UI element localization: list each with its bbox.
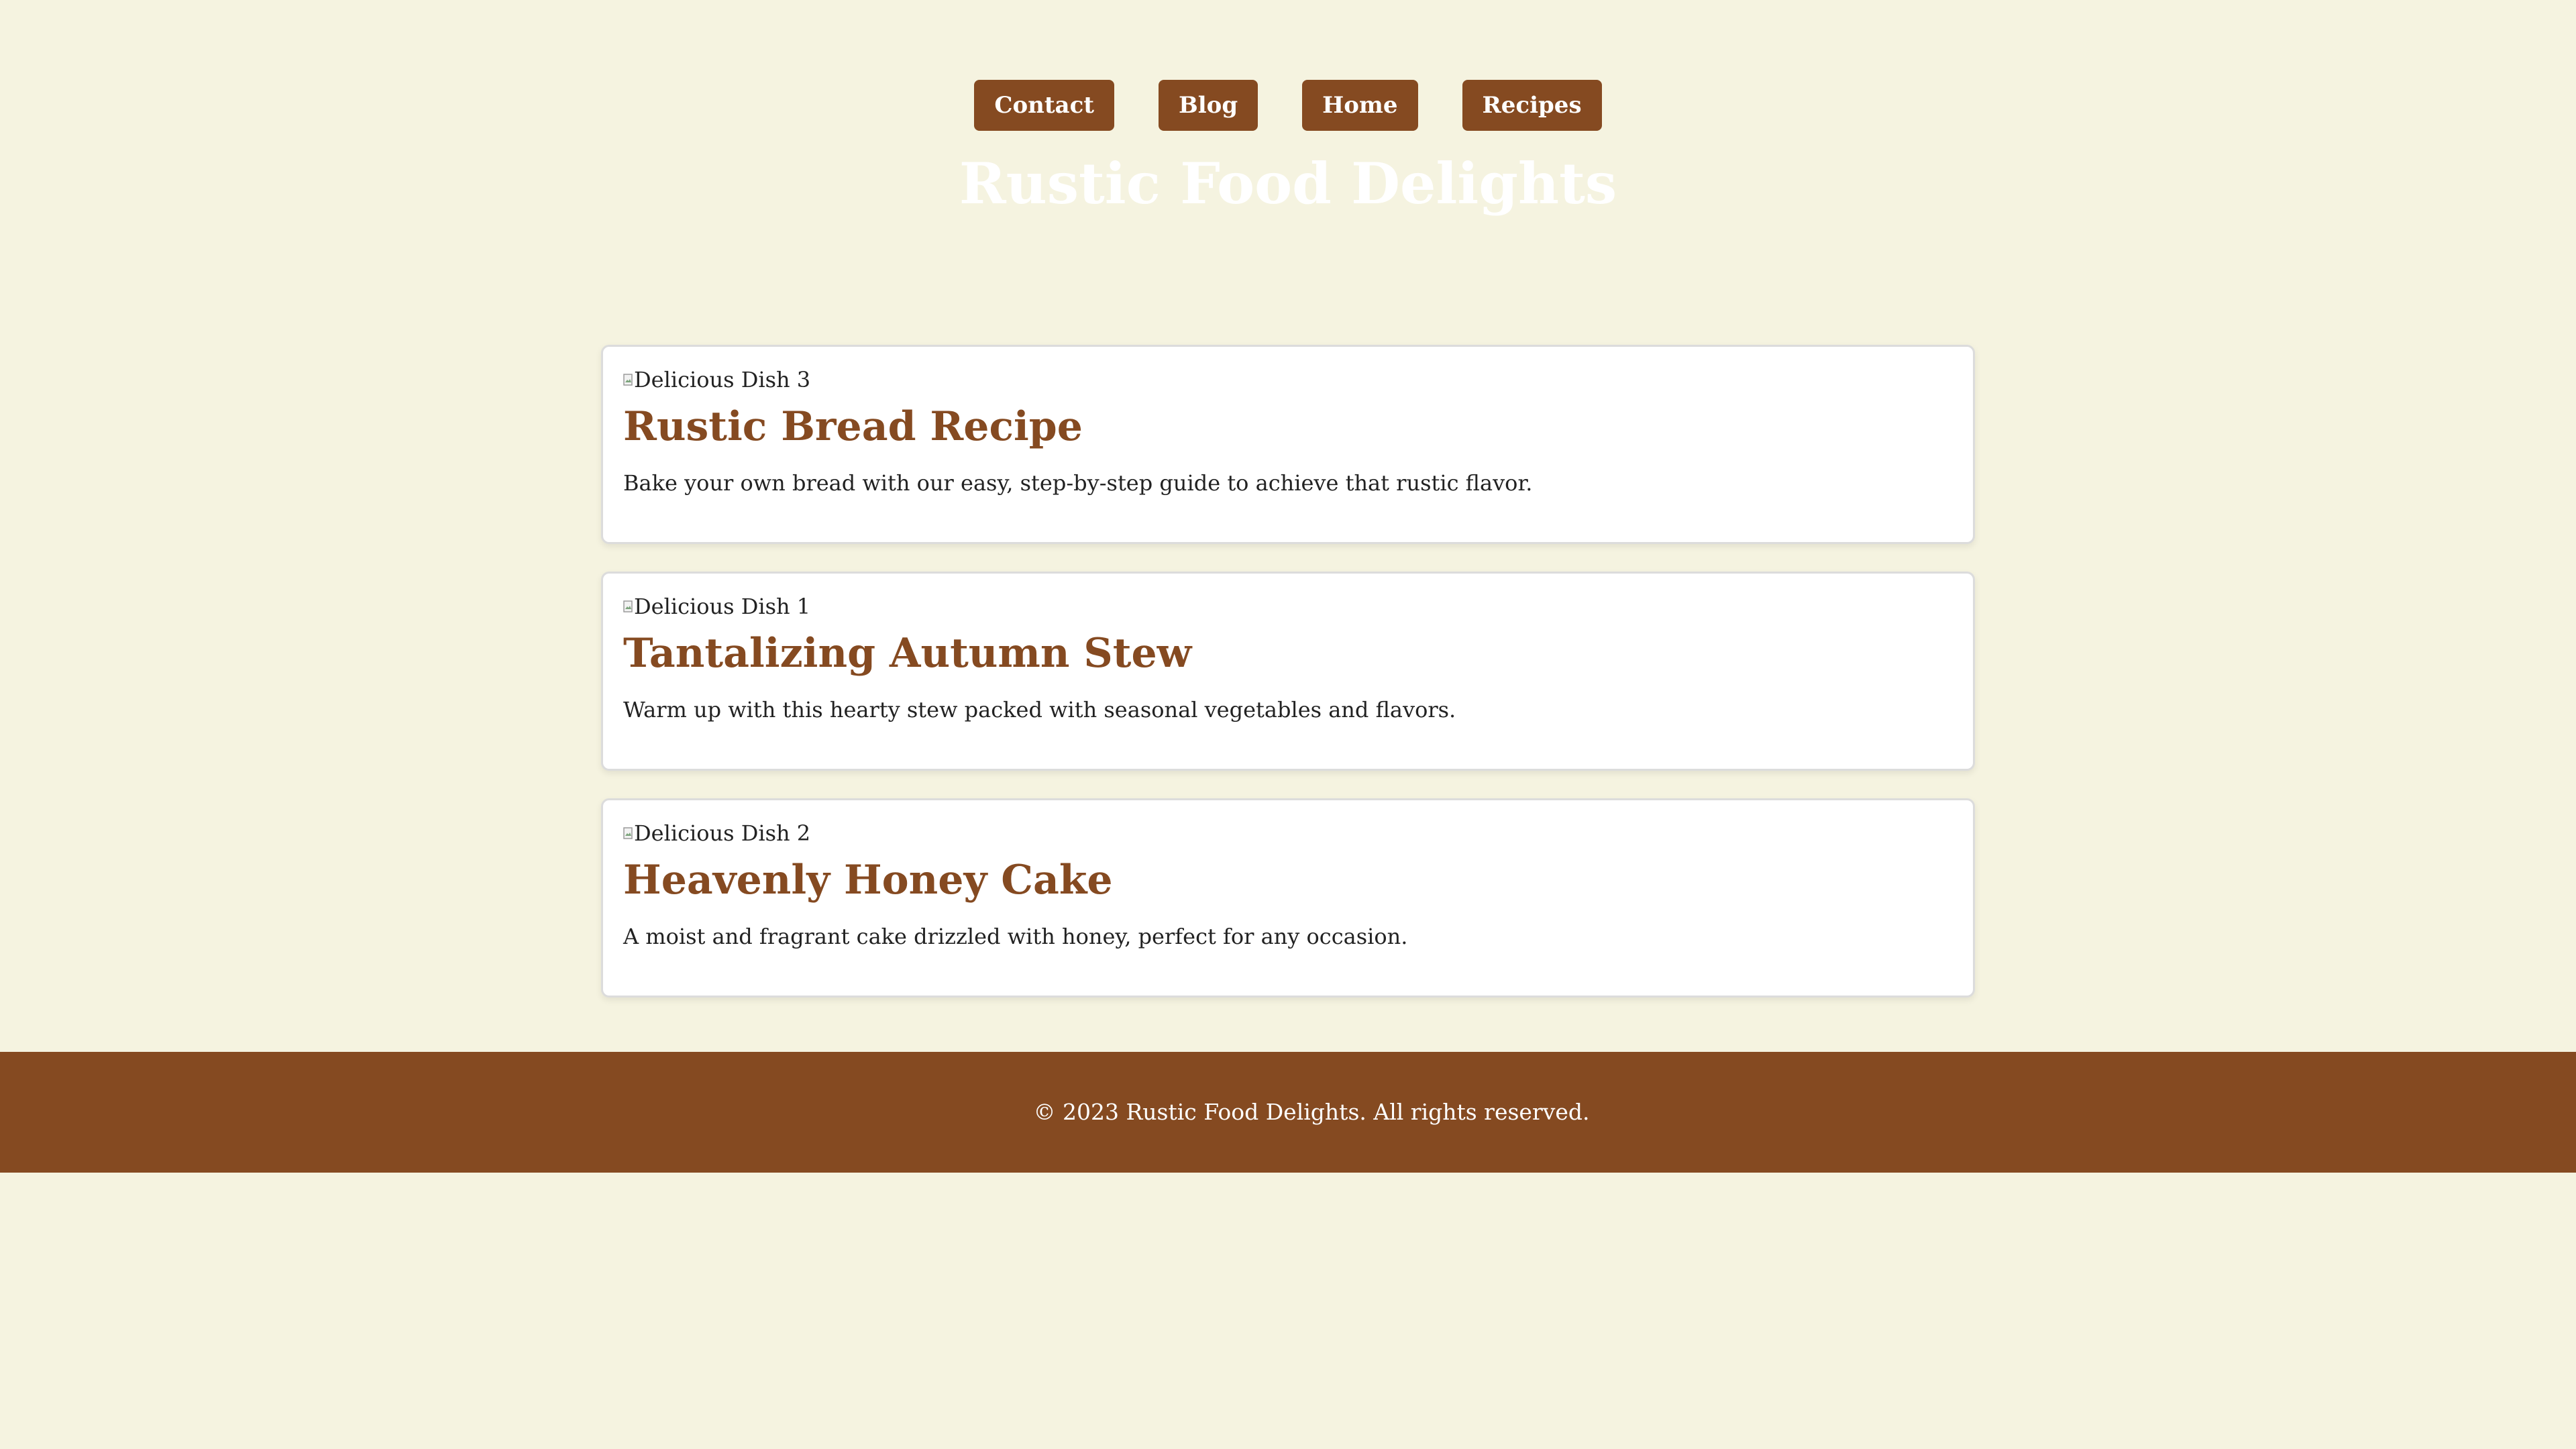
site-title: Rustic Food Delights xyxy=(959,150,1617,217)
recipe-description: A moist and fragrant cake drizzled with … xyxy=(623,924,1408,949)
recipe-image: Delicious Dish 3 xyxy=(623,366,1953,394)
recipe-image-alt: Delicious Dish 3 xyxy=(634,367,811,392)
broken-image-icon xyxy=(623,827,633,839)
recipe-title: Tantalizing Autumn Stew xyxy=(623,630,1192,677)
recipe-list: Delicious Dish 3 Rustic Bread Recipe Bak… xyxy=(601,345,1975,1025)
recipe-description: Bake your own bread with our easy, step-… xyxy=(623,470,1533,496)
recipe-image-alt: Delicious Dish 1 xyxy=(634,594,811,619)
recipe-image: Delicious Dish 1 xyxy=(623,592,1953,621)
recipe-image-alt: Delicious Dish 2 xyxy=(634,820,811,846)
nav-home-button[interactable]: Home xyxy=(1302,80,1418,131)
recipe-title: Rustic Bread Recipe xyxy=(623,403,1083,450)
nav-recipes-button[interactable]: Recipes xyxy=(1462,80,1602,131)
recipe-title: Heavenly Honey Cake xyxy=(623,857,1113,904)
site-header: Contact Blog Home Recipes Rustic Food De… xyxy=(0,0,2576,282)
main-nav: Contact Blog Home Recipes xyxy=(0,80,2576,131)
nav-blog-button[interactable]: Blog xyxy=(1159,80,1258,131)
footer-copyright: © 2023 Rustic Food Delights. All rights … xyxy=(1033,1099,1590,1125)
site-footer: © 2023 Rustic Food Delights. All rights … xyxy=(0,1052,2576,1173)
recipe-card: Delicious Dish 1 Tantalizing Autumn Stew… xyxy=(601,572,1975,771)
recipe-description: Warm up with this hearty stew packed wit… xyxy=(623,697,1456,722)
broken-image-icon xyxy=(623,374,633,386)
nav-contact-button[interactable]: Contact xyxy=(974,80,1114,131)
recipe-card: Delicious Dish 2 Heavenly Honey Cake A m… xyxy=(601,798,1975,998)
broken-image-icon xyxy=(623,600,633,612)
recipe-image: Delicious Dish 2 xyxy=(623,819,1953,847)
recipe-card: Delicious Dish 3 Rustic Bread Recipe Bak… xyxy=(601,345,1975,544)
